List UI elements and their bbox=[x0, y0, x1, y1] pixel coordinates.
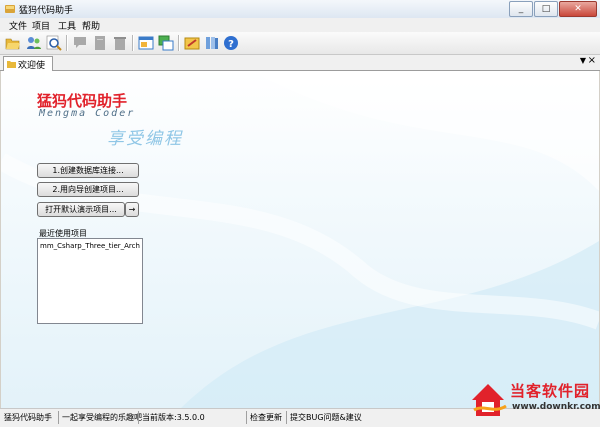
menu-bar: 文件 项目 工具 帮助 bbox=[0, 18, 600, 33]
create-db-connection-button[interactable]: 1.创建数据库连接... bbox=[37, 163, 139, 178]
recent-projects-list[interactable]: mm_Csharp_Three_tier_Architect bbox=[37, 238, 143, 324]
minimize-button[interactable]: _ bbox=[509, 1, 533, 17]
comment-icon[interactable] bbox=[72, 35, 88, 51]
status-motto: 一起享受编程的乐趣吧 bbox=[62, 413, 142, 422]
watermark-url: www.downkr.com bbox=[512, 402, 600, 412]
site-watermark: 当客软件园 www.downkr.com bbox=[468, 378, 600, 424]
search-icon[interactable] bbox=[46, 35, 62, 51]
submit-bug-link[interactable]: 提交BUG问题&建议 bbox=[290, 412, 362, 423]
database-export-icon[interactable] bbox=[158, 35, 174, 51]
tab-close-icon[interactable]: × bbox=[588, 55, 596, 66]
house-logo-icon bbox=[472, 384, 507, 416]
help-icon[interactable]: ? bbox=[223, 35, 239, 51]
slogan: 享受编程 bbox=[107, 129, 183, 149]
menu-file[interactable]: 文件 bbox=[9, 19, 27, 32]
document-tabstrip: 欢迎使用 ▼ × bbox=[0, 55, 600, 84]
trash-icon[interactable] bbox=[112, 35, 128, 51]
toolbar: ? bbox=[0, 32, 600, 55]
open-folder-icon[interactable] bbox=[5, 35, 21, 51]
status-version: 当前版本:3.5.0.0 bbox=[142, 413, 205, 422]
edit-note-icon[interactable] bbox=[184, 35, 200, 51]
watermark-text: 当客软件园 bbox=[510, 382, 591, 400]
folder-icon bbox=[7, 61, 16, 68]
svg-text:?: ? bbox=[228, 39, 234, 50]
logo: 猛犸代码助手 bbox=[37, 92, 127, 109]
logo-english: Mengma Coder bbox=[39, 108, 136, 119]
books-icon[interactable] bbox=[204, 35, 220, 51]
window-title: 猛犸代码助手 bbox=[19, 6, 74, 16]
users-icon[interactable] bbox=[26, 35, 42, 51]
document-icon[interactable] bbox=[92, 35, 108, 51]
open-demo-arrow-button[interactable]: → bbox=[125, 202, 139, 217]
app-icon bbox=[5, 5, 15, 13]
close-button[interactable]: ✕ bbox=[559, 1, 597, 17]
database-window-icon[interactable] bbox=[138, 35, 154, 51]
menu-project[interactable]: 项目 bbox=[32, 19, 50, 32]
svg-text:猛犸代码助手: 猛犸代码助手 bbox=[37, 92, 127, 109]
menu-help[interactable]: 帮助 bbox=[82, 19, 100, 32]
tab-list-dropdown-icon[interactable]: ▼ bbox=[580, 56, 586, 65]
maximize-button[interactable]: □ bbox=[534, 1, 558, 17]
title-bar: 猛犸代码助手 _ □ ✕ bbox=[0, 0, 600, 19]
tab-welcome[interactable]: 欢迎使用 bbox=[3, 56, 53, 84]
list-item[interactable]: mm_Csharp_Three_tier_Architect bbox=[40, 242, 140, 250]
status-app-name: 猛犸代码助手 bbox=[4, 413, 52, 422]
menu-tools[interactable]: 工具 bbox=[58, 19, 76, 32]
wizard-create-project-button[interactable]: 2.用向导创建项目... bbox=[37, 182, 139, 197]
check-update-link[interactable]: 检查更新 bbox=[250, 412, 282, 423]
welcome-page: 猛犸代码助手 Mengma Coder 享受编程 1.创建数据库连接... 2.… bbox=[1, 71, 599, 408]
open-demo-project-button[interactable]: 打开默认演示项目... bbox=[37, 202, 125, 217]
